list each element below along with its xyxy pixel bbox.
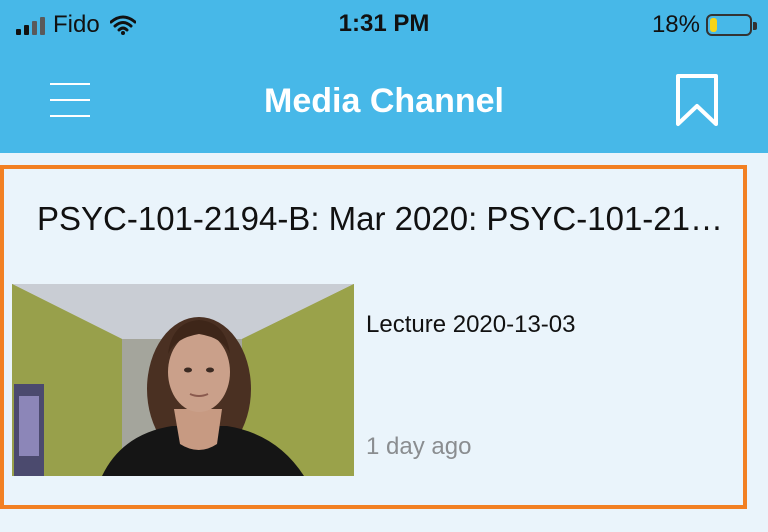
video-title: Lecture 2020-13-03	[366, 311, 576, 338]
battery-fill	[710, 18, 717, 32]
page-title: Media Channel	[264, 82, 504, 120]
thumbnail-image	[12, 284, 354, 476]
battery-group: 18%	[651, 10, 757, 40]
battery-cap	[753, 22, 757, 30]
nav-bar: Media Channel	[0, 50, 768, 153]
status-bar: Fido 1:31 PM 18%	[0, 0, 768, 50]
content-area: PSYC-101-2194-B: Mar 2020: PSYC-101-2194…	[0, 153, 768, 532]
media-card[interactable]: PSYC-101-2194-B: Mar 2020: PSYC-101-2194…	[0, 165, 747, 509]
channel-title: PSYC-101-2194-B: Mar 2020: PSYC-101-2194…	[37, 200, 740, 237]
video-thumbnail[interactable]	[12, 284, 354, 476]
battery-percent: 18%	[651, 11, 700, 38]
video-timestamp: 1 day ago	[366, 433, 472, 460]
battery-icon	[706, 14, 757, 36]
bookmark-icon[interactable]	[674, 72, 720, 128]
